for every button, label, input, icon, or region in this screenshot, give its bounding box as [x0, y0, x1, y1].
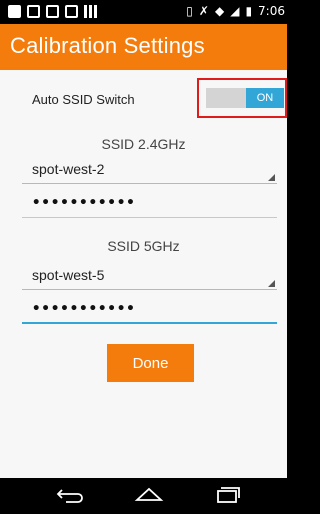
status-time: 7:06 — [258, 4, 285, 18]
ssid-24-password-value: ••••••••••• — [32, 195, 136, 211]
navigation-bar — [0, 478, 287, 514]
battery-icon: ▮ — [245, 4, 253, 18]
auto-ssid-switch-label: Auto SSID Switch — [32, 92, 135, 107]
status-bar: ▯ ✗ ◆ ◢ ▮ 7:06 — [0, 0, 287, 24]
ssid-5-selected: spot-west-5 — [32, 267, 105, 283]
ssid-24-selected: spot-west-2 — [32, 161, 105, 177]
wifi-icon: ◆ — [214, 4, 225, 18]
barcode-icon — [84, 5, 97, 18]
signal-icon: ◢ — [230, 4, 240, 18]
ssid-5-dropdown[interactable]: spot-west-5 — [22, 266, 277, 290]
settings-content: Auto SSID Switch ON SSID 2.4GHz spot-wes… — [0, 70, 287, 478]
recents-icon[interactable] — [212, 486, 242, 504]
mail-icon — [46, 5, 59, 18]
dropdown-arrow-icon — [268, 280, 275, 287]
status-bar-system-icons: ▯ ✗ ◆ ◢ ▮ 7:06 — [186, 4, 285, 18]
status-bar-notification-icons — [8, 5, 97, 18]
dropdown-arrow-icon — [268, 174, 275, 181]
ssid-5-password-field[interactable]: ••••••••••• — [22, 300, 277, 324]
ssid-24-heading: SSID 2.4GHz — [101, 136, 186, 152]
ssid-5-password-value: ••••••••••• — [32, 301, 136, 317]
photo-icon — [8, 5, 21, 18]
toggle-on-label: ON — [246, 88, 284, 108]
auto-ssid-switch[interactable]: ON — [206, 88, 284, 108]
ssid-5-heading: SSID 5GHz — [107, 238, 180, 254]
app-bar: Calibration Settings — [0, 24, 287, 70]
image-icon — [27, 5, 40, 18]
page-title: Calibration Settings — [10, 33, 205, 58]
sd-card-icon — [65, 5, 78, 18]
home-icon[interactable] — [134, 486, 164, 504]
ssid-24-password-field[interactable]: ••••••••••• — [22, 194, 277, 218]
back-icon[interactable] — [56, 486, 86, 504]
bluetooth-icon: ✗ — [198, 4, 209, 18]
ssid-24-dropdown[interactable]: spot-west-2 — [22, 160, 277, 184]
vibrate-icon: ▯ — [186, 4, 193, 18]
done-button[interactable]: Done — [107, 344, 194, 382]
